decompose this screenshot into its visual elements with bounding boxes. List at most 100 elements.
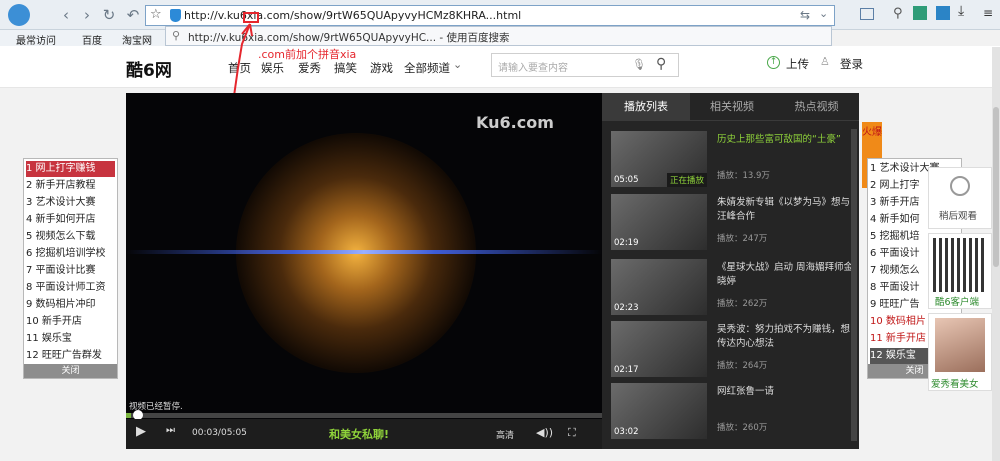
video-plays: 播放：247万 (717, 234, 768, 244)
bookmark-baidu[interactable]: 百度 (82, 32, 102, 47)
upload-link[interactable]: 上传 (786, 56, 809, 72)
playlist-item[interactable]: 05:05 正在播放 历史上那些富可敌国的“土豪” 播放：13.9万 (611, 131, 851, 187)
video-title[interactable]: 朱婧发新专辑《以梦为马》想与汪峰合作 (717, 196, 855, 224)
video-title[interactable]: 《星球大战》启动 周海媚拜师金晓婷 (717, 261, 855, 289)
volume-icon[interactable]: ◀)) (536, 426, 553, 439)
client-label: 酷6客户端 (935, 297, 980, 308)
tab-playlist[interactable]: 播放列表 (602, 93, 690, 120)
search-arrow-icon[interactable]: ⇆ (800, 8, 810, 22)
right-list-item-6[interactable]: 6 平面设计 (870, 246, 920, 262)
video-player[interactable]: Ku6.com 视频已经暂停. ▶ ⏭ 00:03/05:05 和美女私聊! 高… (126, 93, 602, 449)
url-suggestion-dropdown[interactable]: ⚲ http://v.ku6xia.com/show/9rtW65QUApyvy… (165, 26, 832, 46)
nav-entertainment[interactable]: 娱乐 (261, 60, 284, 76)
mic-icon[interactable]: 🎙 (632, 58, 646, 71)
video-duration: 02:17 (614, 365, 639, 375)
left-list-item-12[interactable]: 12 旺旺广告群发 (26, 348, 102, 364)
video-thumbnail: 05:05 正在播放 (611, 131, 707, 187)
nav-funny[interactable]: 搞笑 (334, 60, 357, 76)
left-list-item-8[interactable]: 8 平面设计师工资 (26, 280, 106, 296)
playlist-item[interactable]: 02:17 吴秀波：努力拍戏不为赚钱，想传达内心想法 播放：264万 (611, 321, 851, 377)
app-icon[interactable] (936, 6, 950, 20)
right-list-item-10[interactable]: 10 数码相片 (870, 314, 926, 330)
left-list-item-2[interactable]: 2 新手开店教程 (26, 178, 96, 194)
tab-related[interactable]: 相关视频 (690, 93, 774, 120)
nav-all-channels[interactable]: 全部频道 (404, 60, 450, 76)
clock-icon (950, 176, 970, 196)
left-list-item-10[interactable]: 10 新手开店 (26, 314, 82, 330)
refresh-icon[interactable]: ↻ (99, 5, 119, 25)
page-scrollbar[interactable] (992, 47, 1000, 461)
site-search-box[interactable]: 请输入要查内容 🎙 ⚲ (491, 53, 679, 77)
left-list-item-6[interactable]: 6 挖掘机培训学校 (26, 246, 106, 262)
browser-logo-icon (8, 4, 30, 26)
right-list-item-9[interactable]: 9 旺旺广告 (870, 297, 920, 313)
right-list-item-5[interactable]: 5 挖掘机培 (870, 229, 920, 245)
screenshot-icon[interactable] (860, 8, 874, 20)
video-title[interactable]: 历史上那些富可敌国的“土豪” (717, 133, 855, 147)
nav-games[interactable]: 游戏 (370, 60, 393, 76)
left-list-close-button[interactable]: 关闭 (24, 364, 117, 378)
tab-hot[interactable]: 热点视频 (774, 93, 859, 120)
site-header: 酷6网 首页 娱乐 爱秀 搞笑 游戏 全部频道 ⌄ 请输入要查内容 🎙 ⚲ ↑ … (0, 46, 1000, 88)
playlist-item[interactable]: 03:02 网红张鲁一请 播放：260万 (611, 383, 851, 439)
playlist-item[interactable]: 02:19 朱婧发新专辑《以梦为马》想与汪峰合作 播放：247万 (611, 194, 851, 250)
bookmark-most-visited[interactable]: 最常访问 (16, 32, 56, 47)
page-scrollbar-thumb[interactable] (993, 107, 999, 267)
annotation-arrow (233, 23, 253, 97)
fullscreen-icon[interactable]: ⛶ (568, 426, 576, 440)
left-list-item-1[interactable]: 1 网上打字赚钱 (26, 161, 115, 177)
back-icon[interactable]: ‹ (56, 5, 76, 25)
right-list-item-4[interactable]: 4 新手如何 (870, 212, 920, 228)
security-shield-icon (170, 9, 181, 22)
search-icon: ⚲ (172, 29, 181, 42)
beauty-widget[interactable]: 爱秀看美女 (928, 313, 992, 391)
video-thumbnail: 02:17 (611, 321, 707, 377)
watch-later-widget[interactable]: 稍后观看 (928, 167, 992, 229)
search-icon[interactable]: ⚲ (893, 6, 903, 21)
watch-later-label: 稍后观看 (939, 211, 978, 222)
video-title[interactable]: 吴秀波：努力拍戏不为赚钱，想传达内心想法 (717, 323, 855, 351)
next-icon[interactable]: ⏭ (166, 425, 175, 436)
chevron-down-icon[interactable]: ⌄ (453, 58, 462, 71)
video-plays: 播放：264万 (717, 361, 768, 371)
promo-link[interactable]: 和美女私聊! (329, 426, 389, 442)
video-title[interactable]: 网红张鲁一请 (717, 385, 855, 399)
progress-bar[interactable] (126, 413, 602, 418)
undo-icon[interactable]: ↶ (123, 5, 143, 25)
video-thumbnail: 02:19 (611, 194, 707, 250)
playlist-item[interactable]: 02:23 《星球大战》启动 周海媚拜师金晓婷 播放：262万 (611, 259, 853, 315)
play-icon[interactable]: ▶ (136, 424, 146, 439)
download-icon[interactable]: ⤓ (958, 3, 964, 19)
ku6-logo[interactable]: 酷6网 (126, 56, 172, 81)
left-list-item-11[interactable]: 11 娱乐宝 (26, 331, 72, 347)
right-list-item-8[interactable]: 8 平面设计 (870, 280, 920, 296)
menu-icon[interactable]: ≡ (983, 6, 993, 20)
right-list-item-11[interactable]: 11 新手开店 (870, 331, 926, 347)
dropdown-icon[interactable]: ⌄ (819, 7, 828, 20)
right-list-item-3[interactable]: 3 新手开店 (870, 195, 920, 211)
login-link[interactable]: 登录 (840, 56, 863, 72)
video-plays: 播放：13.9万 (717, 171, 770, 181)
playlist-scrollbar[interactable] (851, 129, 857, 441)
extension-icon[interactable] (913, 6, 927, 20)
search-icon[interactable]: ⚲ (656, 56, 666, 72)
video-duration: 03:02 (614, 427, 639, 437)
user-icon[interactable]: ♙ (820, 55, 830, 68)
client-qr-widget[interactable]: 酷6客户端 (928, 233, 992, 309)
left-list-item-9[interactable]: 9 数码相片冲印 (26, 297, 96, 313)
upload-icon[interactable]: ↑ (767, 56, 780, 69)
right-list-item-7[interactable]: 7 视频怎么 (870, 263, 920, 279)
forward-icon[interactable]: › (77, 5, 97, 25)
left-list-item-3[interactable]: 3 艺术设计大赛 (26, 195, 96, 211)
left-list-item-4[interactable]: 4 新手如何开店 (26, 212, 96, 228)
left-list-item-7[interactable]: 7 平面设计比赛 (26, 263, 96, 279)
right-list-item-2[interactable]: 2 网上打字 (870, 178, 920, 194)
quality-select[interactable]: 高清 (496, 428, 514, 441)
nav-aixiu[interactable]: 爱秀 (298, 60, 321, 76)
url-text[interactable]: http://v.ku6xia.com/show/9rtW65QUApyvyHC… (184, 9, 521, 22)
player-control-bar: ▶ ⏭ 00:03/05:05 和美女私聊! 高清 ◀)) ⛶ (126, 419, 602, 449)
annotation-note: .com前加个拼音xia (258, 48, 357, 61)
left-list-item-5[interactable]: 5 视频怎么下载 (26, 229, 96, 245)
bookmark-taobao[interactable]: 淘宝网 (122, 32, 152, 47)
favorite-star-icon[interactable]: ☆ (150, 7, 162, 22)
